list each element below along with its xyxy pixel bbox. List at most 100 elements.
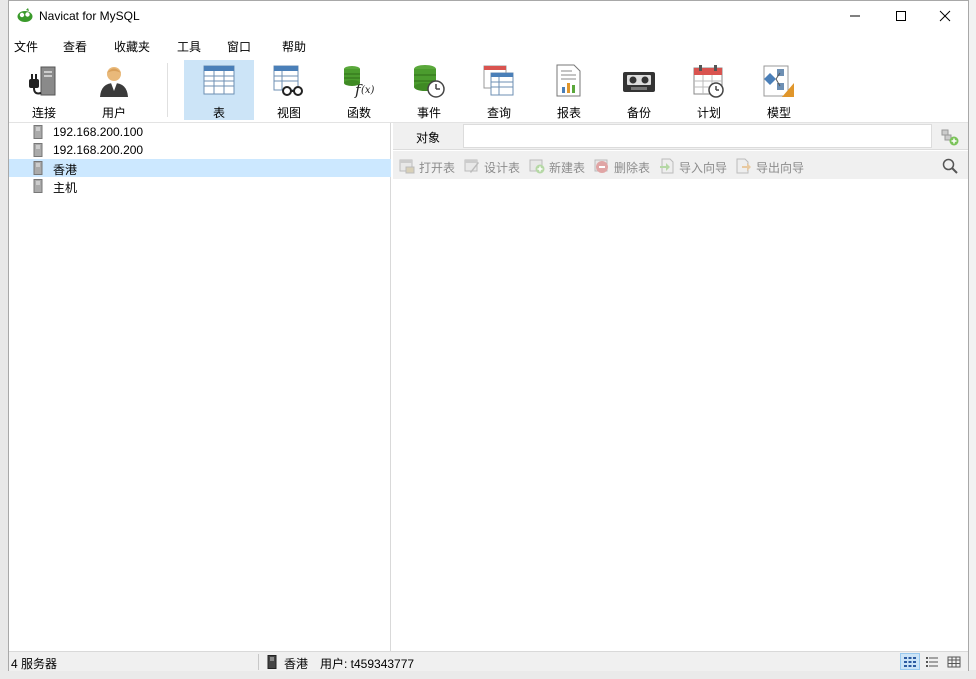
open-table-icon (399, 159, 415, 174)
tool-model-label: 模型 (766, 106, 791, 120)
navicat-logo-icon (17, 8, 33, 22)
import-wizard-button[interactable]: 导入向导 (659, 158, 731, 175)
delete-table-icon (594, 159, 608, 173)
tool-connection-label: 连接 (31, 106, 56, 120)
tool-report[interactable]: 报表 (534, 60, 604, 120)
import-wizard-label: 导入向导 (679, 161, 728, 175)
export-wizard-label: 导出向导 (756, 161, 805, 175)
minimize-icon (850, 15, 860, 17)
title-bar[interactable]: Navicat for MySQL (9, 1, 968, 31)
detail-view-button[interactable] (944, 653, 964, 670)
toolbar-separator (167, 63, 168, 117)
tool-view-label: 视图 (276, 106, 301, 120)
background-bottom-strip (0, 670, 976, 679)
tool-backup-label: 备份 (626, 106, 651, 120)
tool-backup[interactable]: 备份 (604, 60, 674, 120)
add-object-icon[interactable] (941, 128, 959, 146)
tool-query-label: 查询 (486, 106, 511, 120)
tool-view[interactable]: 视图 (254, 60, 324, 120)
search-icon[interactable] (942, 158, 958, 174)
delete-table-button[interactable]: 删除表 (594, 158, 654, 175)
design-table-icon (464, 159, 479, 173)
object-filter-input[interactable] (463, 124, 932, 148)
status-user: 用户: t459343777 (320, 657, 415, 671)
maximize-button[interactable] (878, 1, 924, 31)
list-view-button[interactable] (922, 653, 942, 670)
open-table-button[interactable]: 打开表 (399, 158, 459, 175)
navicat-window: Navicat for MySQL 文件 查看 收藏夹 工具 窗口 帮助 连接 … (8, 0, 969, 671)
query-icon (483, 65, 514, 96)
tool-report-label: 报表 (556, 106, 581, 120)
tool-schedule-label: 计划 (696, 106, 721, 120)
tree-item-label: 192.168.200.200 (53, 143, 144, 157)
server-icon (33, 143, 43, 157)
object-tab-label[interactable]: 对象 (416, 129, 440, 146)
backup-icon (623, 72, 655, 92)
background-left-strip (0, 0, 8, 679)
tool-model[interactable]: 模型 (744, 60, 814, 120)
tree-item-label: 192.168.200.100 (53, 125, 144, 139)
export-wizard-button[interactable]: 导出向导 (736, 158, 808, 175)
connection-tree: 192.168.200.100 192.168.200.200 香港 主机 (9, 123, 391, 651)
minimize-button[interactable] (832, 1, 878, 31)
new-table-icon (529, 159, 545, 174)
menu-favorites[interactable]: 收藏夹 (114, 38, 150, 55)
function-icon: f (x) (344, 66, 375, 99)
close-button[interactable] (922, 1, 968, 31)
object-header: 对象 (393, 123, 968, 150)
delete-table-label: 删除表 (614, 161, 651, 175)
event-icon (414, 65, 445, 98)
server-icon (267, 655, 277, 669)
menu-bar: 文件 查看 收藏夹 工具 窗口 帮助 (9, 33, 968, 55)
tool-function-label: 函数 (346, 106, 371, 120)
svg-text:(x): (x) (361, 85, 375, 96)
object-pane: 对象 打开表 设计表 新建表 删除表 导入向导 导出向导 (393, 123, 968, 651)
tool-table[interactable]: 表 (184, 60, 254, 120)
background-right-strip (969, 0, 976, 679)
tree-item-label: 香港 (53, 163, 78, 177)
status-bar: 4 服务器 香港 用户: t459343777 (9, 651, 968, 671)
menu-window[interactable]: 窗口 (227, 38, 251, 55)
new-table-label: 新建表 (549, 161, 586, 175)
tree-item-connection[interactable]: 主机 (9, 177, 391, 195)
menu-file[interactable]: 文件 (14, 38, 38, 55)
tree-item-connection[interactable]: 192.168.200.100 (9, 123, 391, 141)
tool-schedule[interactable]: 计划 (674, 60, 744, 120)
maximize-icon (896, 11, 906, 21)
server-icon (33, 125, 43, 139)
detail-view-icon (947, 656, 961, 667)
main-toolbar: 连接 用户 表 视图 f (x) 函数 事件 查询 报表 备份 计划 模型 (9, 57, 968, 123)
open-table-label: 打开表 (419, 161, 456, 175)
report-icon (556, 64, 581, 97)
tool-event[interactable]: 事件 (394, 60, 464, 120)
grid-view-button[interactable] (900, 653, 920, 670)
tree-item-connection[interactable]: 香港 (9, 159, 391, 177)
status-divider (258, 654, 259, 670)
design-table-label: 设计表 (484, 161, 521, 175)
tool-user-label: 用户 (101, 106, 126, 120)
menu-help[interactable]: 帮助 (282, 38, 306, 55)
import-wizard-icon (660, 158, 674, 174)
tool-user[interactable]: 用户 (79, 60, 149, 120)
schedule-icon (693, 65, 724, 98)
window-title: Navicat for MySQL (39, 9, 140, 23)
tool-connection[interactable]: 连接 (9, 60, 79, 120)
tree-item-label: 主机 (53, 181, 78, 195)
user-icon (100, 67, 128, 97)
status-connection: 香港 (284, 657, 309, 671)
menu-view[interactable]: 查看 (63, 38, 87, 55)
list-view-icon (926, 656, 938, 667)
view-icon (273, 65, 303, 96)
tree-item-connection[interactable]: 192.168.200.200 (9, 141, 391, 159)
tool-event-label: 事件 (416, 106, 441, 120)
server-count: 4 服务器 (11, 657, 58, 671)
server-icon (33, 179, 43, 193)
tool-function[interactable]: f (x) 函数 (324, 60, 394, 120)
design-table-button[interactable]: 设计表 (464, 158, 524, 175)
tool-query[interactable]: 查询 (464, 60, 534, 120)
server-icon (33, 161, 43, 175)
new-table-button[interactable]: 新建表 (529, 158, 589, 175)
export-wizard-icon (736, 158, 751, 174)
connection-icon (29, 66, 56, 96)
menu-tools[interactable]: 工具 (177, 38, 201, 55)
